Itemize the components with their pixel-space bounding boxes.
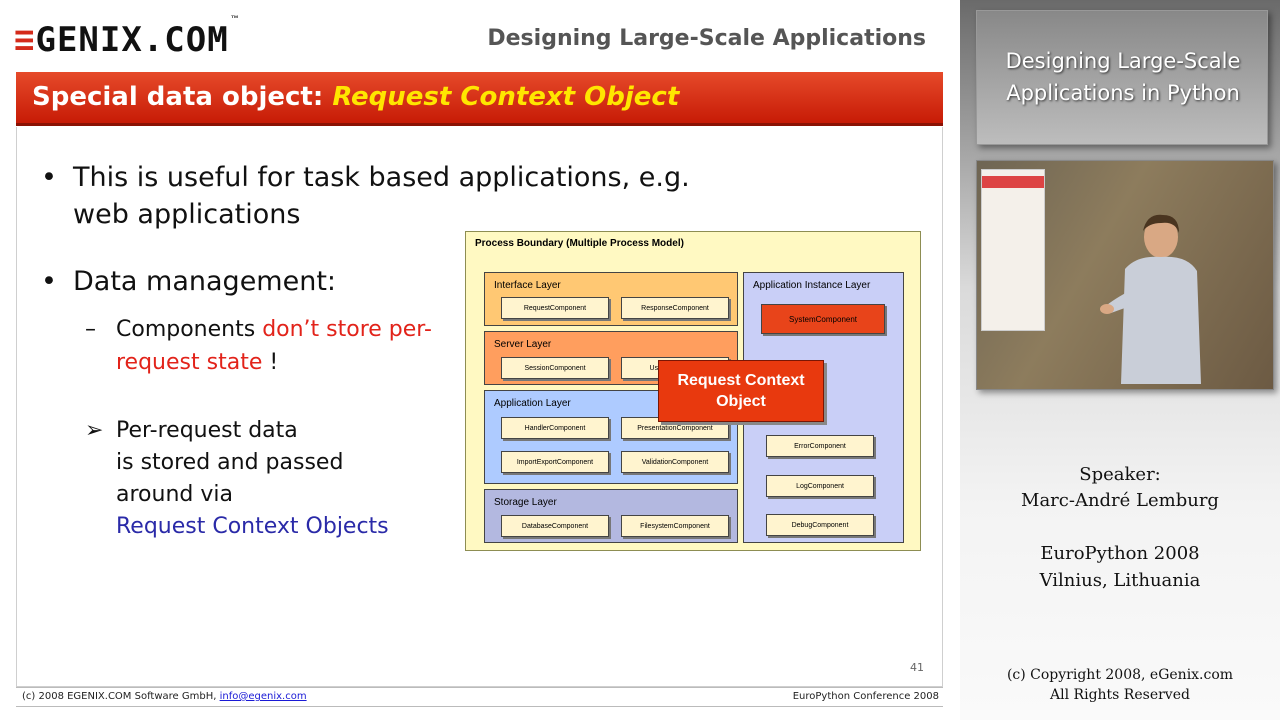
sub-bullet-marker: – — [85, 317, 96, 342]
component-box: SessionComponent — [501, 357, 609, 379]
logo-text: GENIX.COM — [35, 20, 229, 60]
arrow-line-1: Per-request data — [116, 418, 298, 443]
title-highlight: Request Context Object — [332, 82, 680, 112]
bullet-marker: • — [41, 162, 57, 193]
page-number: 41 — [910, 661, 924, 674]
slide-header-title: Designing Large-Scale Applications — [487, 26, 926, 51]
footer-right: EuroPython Conference 2008 — [792, 691, 939, 702]
bullet-text: This is useful for task based applicatio… — [73, 162, 690, 230]
layer-label: Storage Layer — [494, 497, 557, 508]
arrow-line-3: around via — [116, 482, 233, 507]
footer-left: (c) 2008 EGENIX.COM Software GmbH, info@… — [22, 691, 307, 702]
footer-copyright: (c) 2008 EGENIX.COM Software GmbH, — [22, 691, 217, 702]
slide-footer: (c) 2008 EGENIX.COM Software GmbH, info@… — [16, 687, 943, 707]
component-box: SystemComponent — [761, 304, 885, 334]
talk-title-box: Designing Large-Scale Applications in Py… — [976, 10, 1268, 145]
sub-bullet-text: Components don’t store per-request state… — [116, 313, 436, 379]
speaker-name: Marc-André Lemburg — [1021, 490, 1219, 511]
projector-screen — [981, 169, 1045, 331]
talk-title: Designing Large-Scale Applications in Py… — [1005, 49, 1241, 105]
component-box: FilesystemComponent — [621, 515, 729, 537]
side-panel: Designing Large-Scale Applications in Py… — [960, 0, 1280, 720]
sub-bullet-suffix: ! — [262, 350, 279, 375]
projector-title-bar — [982, 176, 1044, 188]
component-box: LogComponent — [766, 475, 874, 497]
sub-bullet-prefix: Components — [116, 317, 256, 342]
rco-label: Request Context Object — [677, 372, 805, 410]
interface-layer: Interface Layer RequestComponent Respons… — [484, 272, 738, 326]
layer-label: Interface Layer — [494, 280, 561, 291]
storage-layer: Storage Layer DatabaseComponent Filesyst… — [484, 489, 738, 543]
arrow-bullet-text: Per-request data is stored and passed arou… — [116, 415, 416, 543]
speaker-figure — [1100, 214, 1201, 384]
layer-label: Application Instance Layer — [753, 280, 871, 291]
egenix-logo: ≡GENIX.COM™ — [14, 14, 239, 60]
request-context-object-box: Request Context Object — [658, 360, 824, 422]
component-box: ResponseComponent — [621, 297, 729, 319]
component-box: ImportExportComponent — [501, 451, 609, 473]
component-box: ErrorComponent — [766, 435, 874, 457]
component-box: ValidationComponent — [621, 451, 729, 473]
architecture-diagram: Process Boundary (Multiple Process Model… — [465, 231, 921, 551]
slide-title-bar: Special data object: Request Context Obj… — [16, 72, 943, 126]
arrow-link-text: Request Context Objects — [116, 514, 389, 539]
layer-label: Server Layer — [494, 339, 552, 350]
footer-email-link[interactable]: info@egenix.com — [220, 691, 307, 702]
arrow-line-2: is stored and passed — [116, 450, 344, 475]
component-box: RequestComponent — [501, 297, 609, 319]
diagram-title: Process Boundary (Multiple Process Model… — [475, 238, 684, 249]
slide-title: Special data object: Request Context Obj… — [32, 82, 679, 112]
arrow-bullet-marker: ➢ — [85, 418, 104, 443]
layer-label: Application Layer — [494, 398, 571, 409]
event-location: Vilnius, Lithuania — [1039, 570, 1201, 591]
event-name: EuroPython 2008 — [1040, 543, 1200, 564]
component-box: DebugComponent — [766, 514, 874, 536]
logo-trademark: ™ — [230, 13, 240, 23]
component-box: HandlerComponent — [501, 417, 609, 439]
slide-content: • This is useful for task based applicat… — [16, 127, 943, 687]
speaker-label: Speaker: — [1079, 464, 1161, 485]
logo-mark: ≡ — [14, 20, 36, 60]
copyright-text: (c) Copyright 2008, eGenix.com — [1006, 667, 1234, 683]
rights-text: All Rights Reserved — [1050, 687, 1190, 703]
speaker-video — [976, 160, 1274, 390]
bullet-marker: • — [41, 266, 57, 297]
title-prefix: Special data object: — [32, 82, 324, 112]
slide: ≡GENIX.COM™ Designing Large-Scale Applic… — [0, 0, 960, 720]
component-box: DatabaseComponent — [501, 515, 609, 537]
